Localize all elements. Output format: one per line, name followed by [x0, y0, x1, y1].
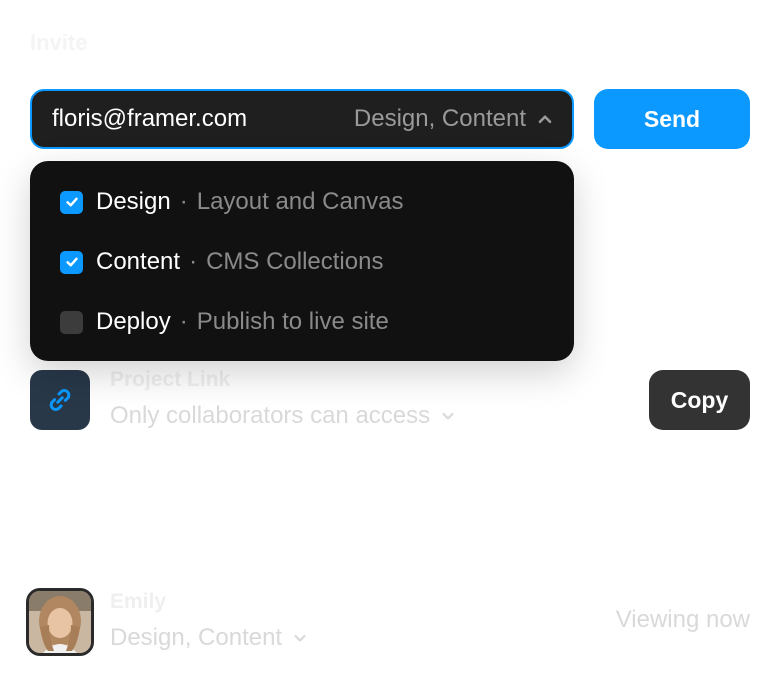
email-input[interactable]: [52, 105, 354, 133]
member-avatar: [26, 588, 94, 656]
role-option-description: Layout and Canvas: [196, 188, 404, 215]
role-option-description: CMS Collections: [206, 248, 384, 275]
checkmark-icon: [65, 257, 78, 267]
member-status: Viewing now: [615, 606, 750, 633]
copy-link-button[interactable]: Copy: [649, 370, 750, 430]
checkmark-icon: [65, 197, 78, 207]
invite-email-field[interactable]: Design, Content: [30, 89, 574, 149]
role-option-description: Publish to live site: [196, 308, 389, 335]
role-option-label: Deploy: [96, 308, 171, 335]
member-name: Emily: [110, 590, 167, 613]
project-link-title: Project Link: [110, 368, 231, 391]
project-link-icon-box: [30, 370, 90, 430]
role-option-label: Content: [96, 248, 181, 275]
role-option-label: Design: [96, 188, 171, 215]
role-option-design[interactable]: Design · Layout and Canvas: [30, 172, 574, 232]
member-roles-value: Design, Content: [110, 624, 283, 651]
checkbox-checked[interactable]: [60, 190, 83, 214]
role-select[interactable]: Design, Content: [354, 105, 554, 133]
member-roles-select[interactable]: Design, Content: [110, 624, 308, 652]
role-option-separator: ·: [179, 188, 188, 215]
role-option-deploy[interactable]: Deploy · Publish to live site: [30, 292, 574, 352]
chevron-down-icon: [294, 634, 306, 642]
checkbox-unchecked[interactable]: [60, 310, 83, 334]
invite-heading: Invite: [30, 30, 88, 55]
role-option-separator: ·: [189, 248, 198, 275]
avatar-photo: [29, 591, 91, 653]
send-button[interactable]: Send: [594, 89, 750, 149]
chevron-down-icon: [442, 412, 454, 420]
link-access-value: Only collaborators can access: [110, 402, 431, 429]
role-select-value: Design, Content: [353, 105, 526, 132]
roles-dropdown: Design · Layout and Canvas Content · CMS…: [30, 161, 574, 361]
link-icon: [49, 389, 71, 411]
link-access-select[interactable]: Only collaborators can access: [110, 402, 456, 430]
role-option-separator: ·: [179, 308, 188, 335]
checkbox-checked[interactable]: [60, 250, 83, 274]
chevron-up-icon: [538, 115, 552, 124]
role-option-content[interactable]: Content · CMS Collections: [30, 232, 574, 292]
